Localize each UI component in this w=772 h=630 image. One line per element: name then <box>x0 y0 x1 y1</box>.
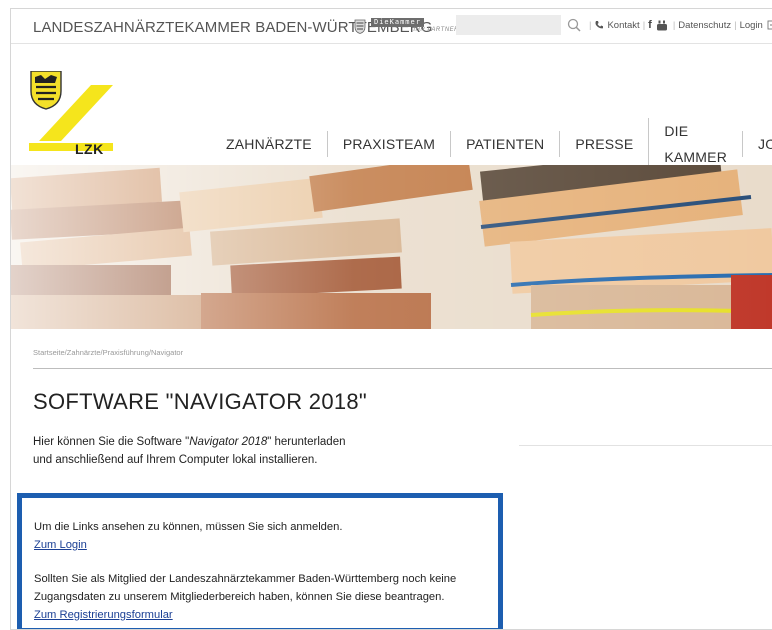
logo-text: LZK <box>75 141 104 157</box>
page-frame: LANDESZAHNÄRZTEKAMMER BADEN-WÜRTTEMBERG … <box>10 8 772 630</box>
main-navigation: ZAHNÄRZTE PRAXISTEAM PATIENTEN PRESSE DI… <box>226 118 772 170</box>
intro-part2: " herunterladen <box>267 436 346 448</box>
login-link-button[interactable]: Zum Login <box>34 539 87 551</box>
search-icon[interactable] <box>566 17 582 33</box>
die-kammer-title: DieKammer <box>371 18 424 27</box>
die-kammer-subtitle: IHR PARTNER <box>413 27 459 33</box>
nav-presse[interactable]: PRESSE <box>559 131 648 157</box>
intro-line2: und anschließend auf Ihrem Computer loka… <box>33 454 318 466</box>
member-info-line1: Sollten Sie als Mitglied der Landeszahnä… <box>34 573 457 585</box>
member-info-line2: Zugangsdaten zu unserem Mitgliederbereic… <box>34 591 445 603</box>
nav-jobs[interactable]: JOBS <box>742 131 772 157</box>
phone-icon <box>595 21 604 29</box>
books-illustration <box>11 165 772 329</box>
login-required-text: Um die Links ansehen zu können, müssen S… <box>34 521 343 533</box>
search-input[interactable] <box>456 15 561 35</box>
intro-software-name: Navigator 2018 <box>189 436 268 448</box>
nav-zahnaerzte[interactable]: ZAHNÄRZTE <box>226 131 327 157</box>
login-icon[interactable] <box>767 20 772 30</box>
nav-patienten[interactable]: PATIENTEN <box>450 131 559 157</box>
top-bar: LANDESZAHNÄRZTEKAMMER BADEN-WÜRTTEMBERG … <box>11 9 772 44</box>
hero-books-image <box>11 165 772 329</box>
login-link[interactable]: Login <box>740 20 763 31</box>
die-kammer-badge[interactable]: DieKammer IHR PARTNER <box>371 18 459 36</box>
utility-links: | Kontakt | f | Datenschutz | Login <box>586 19 772 31</box>
registration-form-link[interactable]: Zum Registrierungsformular <box>34 609 173 621</box>
youtube-icon[interactable] <box>656 20 668 31</box>
lzk-logo[interactable]: LZK <box>29 70 129 157</box>
intro-text: Hier können Sie die Software "Navigator … <box>33 433 345 469</box>
facebook-icon[interactable]: f <box>648 19 652 31</box>
sidebar-divider <box>519 445 772 446</box>
datenschutz-link[interactable]: Datenschutz <box>678 20 731 31</box>
page-title: SOFTWARE "NAVIGATOR 2018" <box>33 389 368 414</box>
kontakt-link[interactable]: Kontakt <box>607 20 639 31</box>
breadcrumb[interactable]: Startseite/Zahnärzte/Praxisführung/Navig… <box>33 348 183 357</box>
content-divider <box>33 368 772 369</box>
nav-die-kammer[interactable]: DIE KAMMER <box>648 118 742 170</box>
intro-part1: Hier können Sie die Software " <box>33 436 190 448</box>
login-notice-box: Um die Links ansehen zu können, müssen S… <box>17 493 503 629</box>
crest-icon <box>354 19 366 34</box>
nav-praxisteam[interactable]: PRAXISTEAM <box>326 131 450 157</box>
